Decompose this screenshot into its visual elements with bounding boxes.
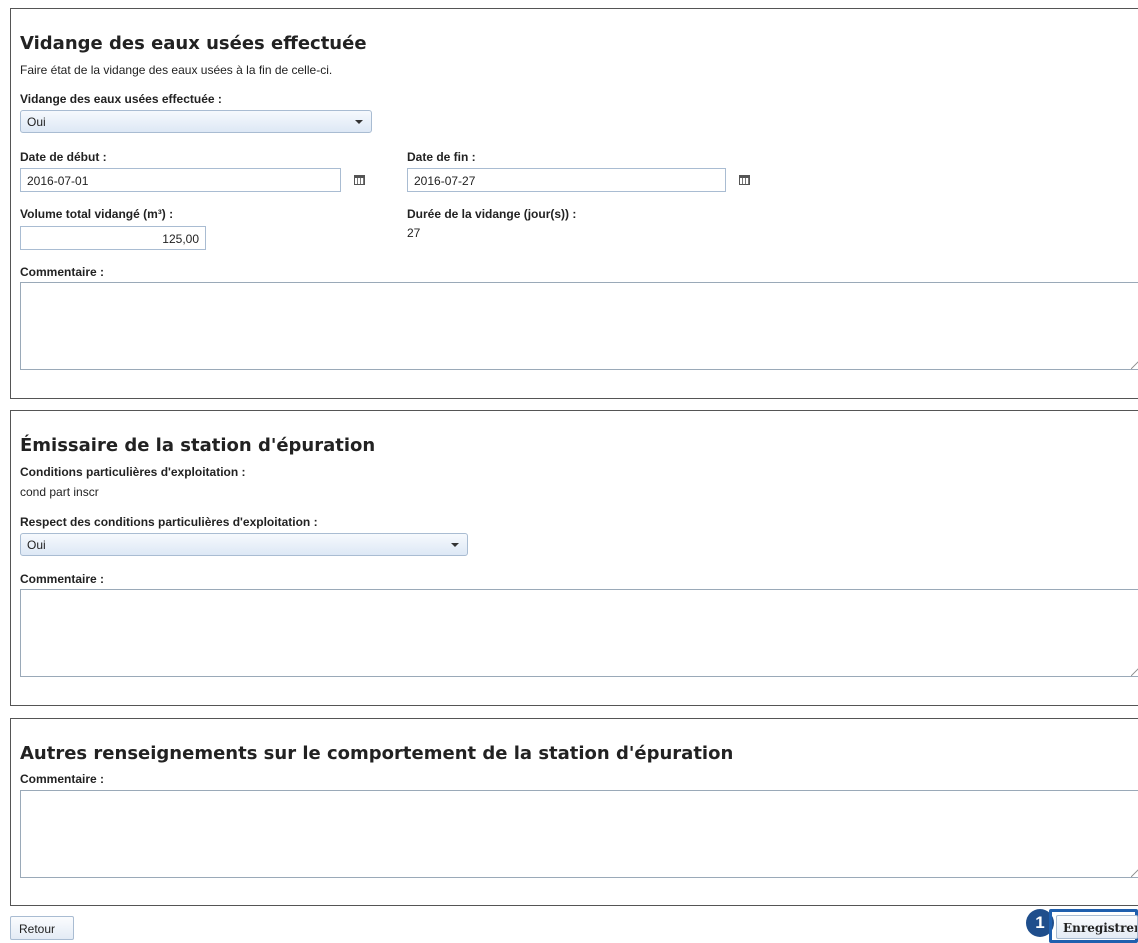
- date-debut-value: 2016-07-01: [27, 174, 89, 188]
- duree-value: 27: [407, 226, 421, 240]
- conditions-value: cond part inscr: [20, 485, 99, 499]
- retour-button[interactable]: Retour: [10, 916, 74, 940]
- volume-field[interactable]: 125,00: [20, 226, 206, 250]
- panel-emissaire: Émissaire de la station d'épuration Cond…: [10, 410, 1138, 706]
- section-title: Vidange des eaux usées effectuée: [20, 33, 367, 54]
- commentaire-textarea[interactable]: [20, 589, 1138, 677]
- respect-select-value: Oui: [27, 538, 46, 552]
- calendar-icon[interactable]: [354, 175, 365, 185]
- vidange-select-value: Oui: [27, 115, 46, 129]
- section-title: Émissaire de la station d'épuration: [20, 435, 376, 456]
- date-debut-label: Date de début :: [20, 150, 107, 164]
- resize-grip-icon[interactable]: [1131, 668, 1138, 676]
- date-fin-field[interactable]: 2016-07-27: [407, 168, 726, 192]
- panel-vidange: Vidange des eaux usées effectuée Faire é…: [10, 8, 1138, 399]
- resize-grip-icon[interactable]: [1131, 869, 1138, 877]
- date-fin-value: 2016-07-27: [414, 174, 476, 188]
- panel-autres: Autres renseignements sur le comportemen…: [10, 718, 1138, 906]
- date-fin-label: Date de fin :: [407, 150, 476, 164]
- chevron-down-icon: [451, 543, 459, 547]
- commentaire-label: Commentaire :: [20, 572, 105, 586]
- commentaire-label: Commentaire :: [20, 772, 105, 786]
- vidange-select[interactable]: Oui: [20, 110, 372, 133]
- commentaire-textarea[interactable]: [20, 282, 1138, 370]
- vidange-label: Vidange des eaux usées effectuée :: [20, 92, 222, 106]
- volume-label: Volume total vidangé (m³) :: [20, 207, 174, 221]
- save-button[interactable]: Enregistrer: [1056, 915, 1138, 939]
- conditions-label: Conditions particulières d'exploitation …: [20, 465, 246, 479]
- commentaire-textarea[interactable]: [20, 790, 1138, 878]
- retour-button-label: Retour: [19, 922, 56, 936]
- duree-label: Durée de la vidange (jour(s)) :: [407, 207, 577, 221]
- resize-grip-icon[interactable]: [1131, 361, 1138, 369]
- respect-select[interactable]: Oui: [20, 533, 468, 556]
- save-button-label: Enregistrer: [1063, 921, 1138, 935]
- section-title: Autres renseignements sur le comportemen…: [20, 743, 734, 764]
- volume-value: 125,00: [162, 232, 199, 246]
- calendar-icon[interactable]: [739, 175, 750, 185]
- section-description: Faire état de la vidange des eaux usées …: [20, 63, 333, 77]
- chevron-down-icon: [355, 120, 363, 124]
- date-debut-field[interactable]: 2016-07-01: [20, 168, 341, 192]
- commentaire-label: Commentaire :: [20, 265, 105, 279]
- respect-label: Respect des conditions particulières d'e…: [20, 515, 318, 529]
